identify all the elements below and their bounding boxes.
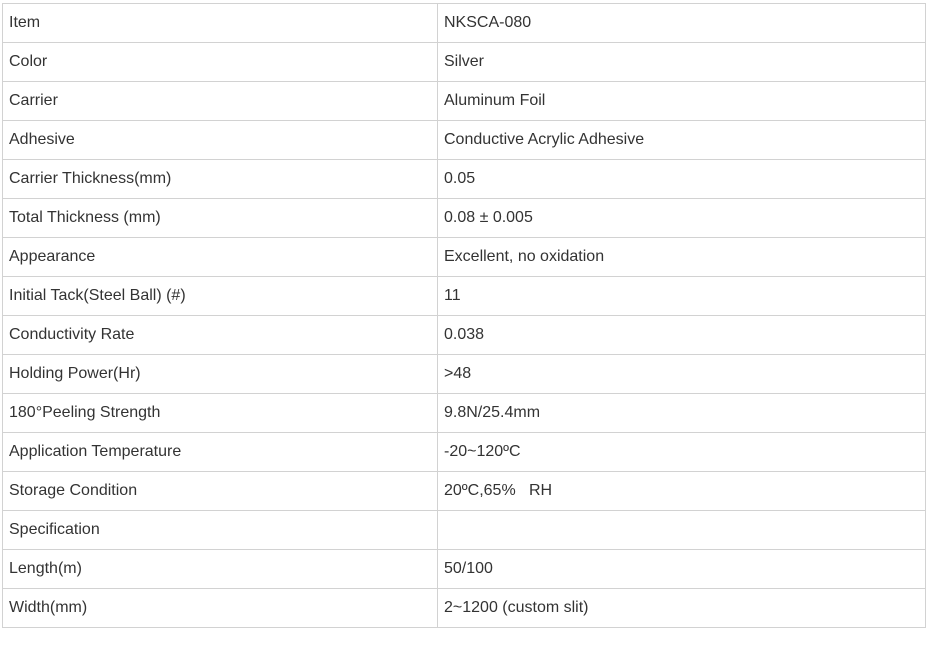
row-label: Carrier Thickness(mm)	[2, 159, 438, 199]
table-row: Appearance Excellent, no oxidation	[2, 237, 926, 277]
row-value: Conductive Acrylic Adhesive	[437, 120, 926, 160]
table-row: Carrier Thickness(mm) 0.05	[2, 159, 926, 199]
table-row: Item NKSCA-080	[2, 3, 926, 43]
row-label: Adhesive	[2, 120, 438, 160]
row-label: Holding Power(Hr)	[2, 354, 438, 394]
row-value: Excellent, no oxidation	[437, 237, 926, 277]
table-row: Conductivity Rate 0.038	[2, 315, 926, 355]
table-row: Adhesive Conductive Acrylic Adhesive	[2, 120, 926, 160]
row-label: Application Temperature	[2, 432, 438, 472]
table-row: Color Silver	[2, 42, 926, 82]
row-value: 20ºC,65% RH	[437, 471, 926, 511]
row-value: 0.08 ± 0.005	[437, 198, 926, 238]
table-row: Width(mm) 2~1200 (custom slit)	[2, 588, 926, 628]
table-row: Length(m) 50/100	[2, 549, 926, 589]
row-value: Aluminum Foil	[437, 81, 926, 121]
table-row: 180°Peeling Strength 9.8N/25.4mm	[2, 393, 926, 433]
row-value: >48	[437, 354, 926, 394]
table-row: Application Temperature -20~120ºC	[2, 432, 926, 472]
spec-table: Item NKSCA-080 Color Silver Carrier Alum…	[2, 3, 926, 628]
table-row: Holding Power(Hr) >48	[2, 354, 926, 394]
row-value: NKSCA-080	[437, 3, 926, 43]
row-value: 50/100	[437, 549, 926, 589]
row-value: 9.8N/25.4mm	[437, 393, 926, 433]
table-row: Initial Tack(Steel Ball) (#) 11	[2, 276, 926, 316]
table-row: Storage Condition 20ºC,65% RH	[2, 471, 926, 511]
row-label: Length(m)	[2, 549, 438, 589]
row-value: Silver	[437, 42, 926, 82]
table-row: Total Thickness (mm) 0.08 ± 0.005	[2, 198, 926, 238]
row-label: Storage Condition	[2, 471, 438, 511]
row-label: Width(mm)	[2, 588, 438, 628]
row-value	[437, 510, 926, 550]
row-label: Carrier	[2, 81, 438, 121]
row-label: Conductivity Rate	[2, 315, 438, 355]
table-row: Carrier Aluminum Foil	[2, 81, 926, 121]
row-label: Initial Tack(Steel Ball) (#)	[2, 276, 438, 316]
row-value: 2~1200 (custom slit)	[437, 588, 926, 628]
row-label: Color	[2, 42, 438, 82]
row-label: 180°Peeling Strength	[2, 393, 438, 433]
row-label: Specification	[2, 510, 438, 550]
row-value: -20~120ºC	[437, 432, 926, 472]
row-value: 0.038	[437, 315, 926, 355]
table-row: Specification	[2, 510, 926, 550]
row-label: Item	[2, 3, 438, 43]
row-value: 11	[437, 276, 926, 316]
row-value: 0.05	[437, 159, 926, 199]
row-label: Appearance	[2, 237, 438, 277]
row-label: Total Thickness (mm)	[2, 198, 438, 238]
